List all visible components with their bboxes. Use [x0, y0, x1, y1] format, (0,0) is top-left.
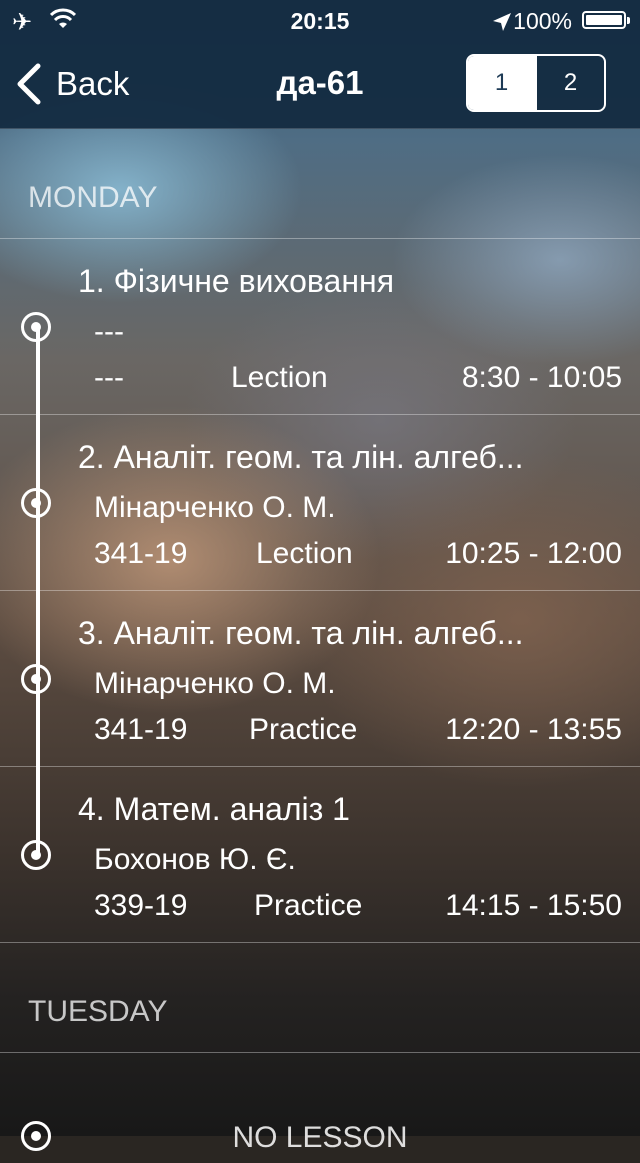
status-bar: ✈ 20:15 100%: [0, 0, 640, 40]
timeline-dot-icon: [21, 312, 51, 342]
week-segmented-control[interactable]: 1 2: [466, 54, 606, 112]
day-header-tuesday: TUESDAY: [0, 943, 640, 1053]
lesson-row[interactable]: 3. Аналіт. геом. та лін. алгеб... Мінарч…: [0, 591, 640, 767]
lesson-room: 339-19: [94, 889, 188, 922]
lesson-title: 3. Аналіт. геом. та лін. алгеб...: [78, 615, 524, 651]
day-header-monday: MONDAY: [0, 129, 640, 239]
lesson-teacher: Бохонов Ю. Є.: [94, 843, 296, 876]
lesson-time: 14:15 - 15:50: [445, 889, 622, 922]
lesson-row[interactable]: 4. Матем. аналіз 1 Бохонов Ю. Є. 339-19 …: [0, 767, 640, 943]
lesson-time: 8:30 - 10:05: [461, 361, 622, 394]
battery-percentage: 100%: [513, 8, 572, 34]
lesson-room: 341-19: [94, 537, 188, 570]
no-lesson-row: NO LESSON: [0, 1053, 640, 1163]
lesson-type: Practice: [249, 713, 358, 746]
navigation-bar: ✈ 20:15 100% Back да-61 1 2: [0, 0, 640, 129]
battery-icon: [582, 11, 630, 29]
timeline-dot-icon: [21, 840, 51, 870]
location-arrow-icon: [493, 13, 511, 31]
schedule-list[interactable]: MONDAY 1. Фізичне виховання --- --- Lect…: [0, 129, 640, 1163]
segment-week-2[interactable]: 2: [535, 56, 604, 110]
lesson-teacher: ---: [94, 315, 124, 348]
lesson-time: 12:20 - 13:55: [445, 713, 622, 746]
segment-week-1[interactable]: 1: [468, 56, 535, 110]
lesson-title: 1. Фізичне виховання: [78, 263, 395, 299]
timeline-dot-icon: [21, 488, 51, 518]
lesson-time: 10:25 - 12:00: [445, 537, 622, 570]
lesson-type: Lection: [231, 361, 328, 394]
timeline-dot-icon: [21, 664, 51, 694]
lesson-title: 4. Матем. аналіз 1: [78, 791, 350, 827]
no-lesson-label: NO LESSON: [232, 1121, 408, 1154]
lesson-type: Practice: [254, 889, 363, 922]
lesson-room: ---: [94, 361, 124, 394]
lesson-row[interactable]: 1. Фізичне виховання --- --- Lection 8:3…: [0, 239, 640, 415]
lesson-teacher: Мінарченко О. М.: [94, 491, 336, 524]
lesson-type: Lection: [256, 537, 353, 570]
lesson-room: 341-19: [94, 713, 188, 746]
lesson-title: 2. Аналіт. геом. та лін. алгеб...: [78, 439, 524, 475]
lesson-row[interactable]: 2. Аналіт. геом. та лін. алгеб... Мінарч…: [0, 415, 640, 591]
lesson-teacher: Мінарченко О. М.: [94, 667, 336, 700]
